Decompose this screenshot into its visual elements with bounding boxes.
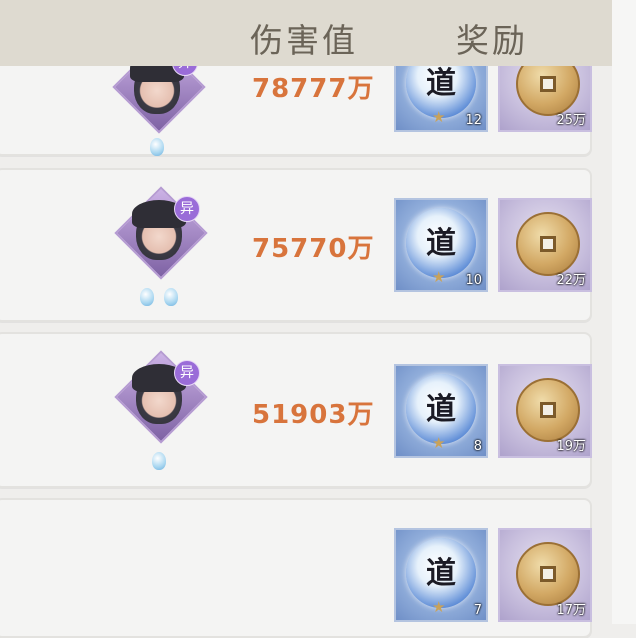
copper-coin-icon [516, 542, 580, 606]
gem-icon [150, 138, 164, 156]
gem-icon [140, 288, 154, 306]
rank-row[interactable]: 异 75770万 道 ★ 10 22万 [0, 168, 592, 322]
star-icon: ★ [432, 598, 446, 616]
gem-icon [164, 288, 178, 306]
star-icon: ★ [432, 108, 446, 126]
reward-count: 22万 [556, 273, 586, 288]
reward-count: 17万 [556, 603, 586, 618]
reward-count: 7 [473, 603, 482, 618]
rank-row[interactable]: 道 ★ 7 17万 [0, 498, 592, 638]
coin-reward-card[interactable]: 17万 [498, 528, 592, 622]
player-avatar[interactable]: 异 [114, 350, 208, 476]
dao-glyph: 道 [426, 392, 456, 427]
copper-coin-icon [516, 378, 580, 442]
star-icon: ★ [432, 268, 446, 286]
reward-column-header: 奖励 [456, 21, 528, 60]
star-icon: ★ [432, 434, 446, 452]
damage-value: 78777万 [252, 74, 375, 104]
reward-count: 19万 [556, 439, 586, 454]
table-header: 伤害值 奖励 [0, 0, 612, 66]
dao-reward-card[interactable]: 道 ★ 8 [394, 364, 488, 458]
coin-reward-card[interactable]: 22万 [498, 198, 592, 292]
gem-icon [152, 452, 166, 470]
scroll-edge [612, 0, 636, 624]
reward-count: 25万 [556, 113, 586, 128]
dao-reward-card[interactable]: 道 ★ 7 [394, 528, 488, 622]
reward-count: 10 [465, 273, 482, 288]
player-avatar[interactable]: 异 [114, 186, 208, 312]
damage-value: 51903万 [252, 400, 375, 430]
reward-count: 12 [465, 113, 482, 128]
reward-count: 8 [473, 439, 482, 454]
copper-coin-icon [516, 212, 580, 276]
rank-row[interactable]: 异 51903万 道 ★ 8 19万 [0, 332, 592, 488]
damage-value: 75770万 [252, 234, 375, 264]
avatar-type-badge: 异 [174, 360, 200, 386]
avatar-type-badge: 异 [174, 196, 200, 222]
dao-reward-card[interactable]: 道 ★ 10 [394, 198, 488, 292]
coin-reward-card[interactable]: 19万 [498, 364, 592, 458]
dao-glyph: 道 [426, 556, 456, 591]
dao-glyph: 道 [426, 226, 456, 261]
damage-column-header: 伤害值 [250, 21, 358, 60]
